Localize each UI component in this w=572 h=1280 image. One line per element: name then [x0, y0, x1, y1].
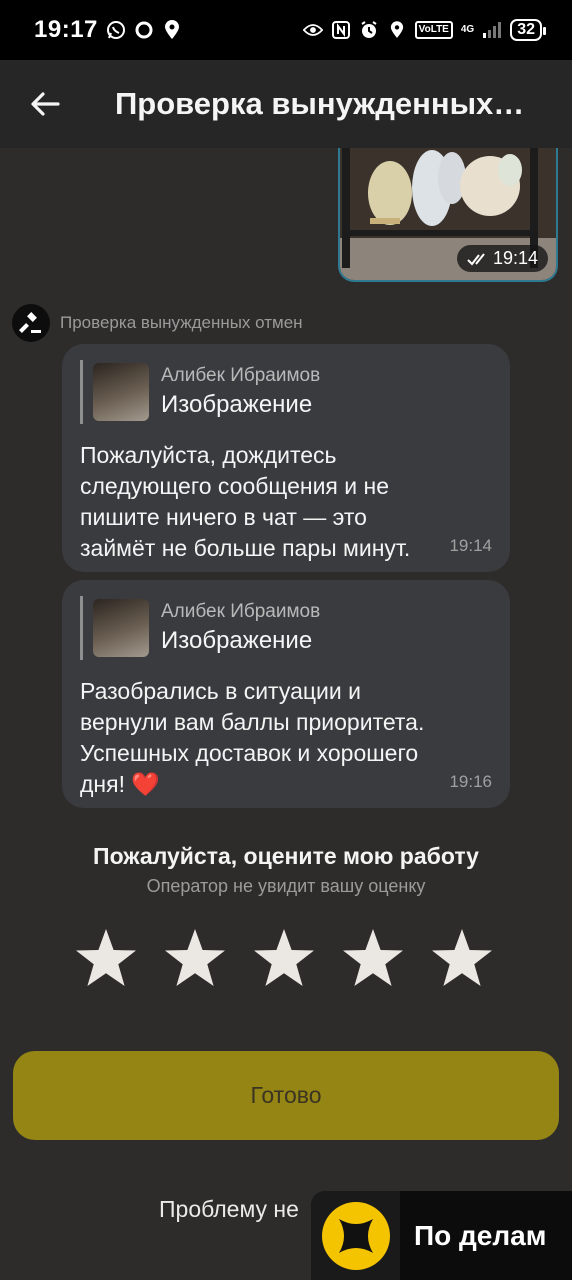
quote-author: Алибек Ибраимов [161, 601, 321, 622]
volte-badge: VoLTE [414, 21, 453, 39]
rating-title: Пожалуйста, оцените мою работу [93, 843, 479, 869]
status-bar: 19:17 VoLTE 4G 32 [0, 0, 572, 60]
message-text: Разобрались в ситуации и вернули вам бал… [80, 676, 492, 800]
reply-quote[interactable]: Алибек Ибраимов Изображение [80, 596, 492, 660]
promo-label: По делам [414, 1219, 547, 1251]
arrow-left-icon [31, 92, 60, 116]
star-icon[interactable] [76, 926, 136, 990]
message-text: Пожалуйста, дождитесь следующего сообщен… [80, 442, 411, 561]
sender-name: Проверка вынужденных отмен [60, 313, 303, 332]
quote-text: Изображение [161, 391, 313, 418]
status-time: 19:17 [34, 16, 98, 43]
back-button[interactable] [0, 60, 90, 148]
gavel-icon [19, 312, 41, 333]
star-icon[interactable] [432, 926, 492, 990]
chat-bubble-icon [134, 20, 154, 40]
eye-icon [302, 20, 323, 40]
done-button[interactable]: Готово [13, 1051, 559, 1140]
message-bubble[interactable]: Алибек Ибраимов Изображение Пожалуйста, … [62, 344, 510, 572]
quote-thumbnail [93, 599, 149, 657]
whatsapp-icon [106, 20, 126, 40]
star-icon[interactable] [343, 926, 403, 990]
chat-title: Проверка вынужденных… [115, 86, 525, 121]
star-icon[interactable] [165, 926, 225, 990]
app-logo-icon [311, 1191, 400, 1280]
star-icon[interactable] [254, 926, 314, 990]
photo-time-text: 19:14 [492, 248, 538, 268]
message-time: 19:14 [449, 536, 492, 555]
chat-header: Проверка вынужденных… [0, 60, 572, 148]
double-check-icon [467, 252, 485, 266]
quote-text: Изображение [161, 627, 313, 654]
reply-quote[interactable]: Алибек Ибраимов Изображение [80, 360, 492, 424]
location-icon [387, 20, 407, 40]
promo-banner[interactable]: По делам [311, 1191, 572, 1280]
network-type: 4G [460, 24, 475, 35]
rating-subtitle: Оператор не увидит вашу оценку [146, 876, 426, 896]
photo-message[interactable]: 19:14 [338, 148, 558, 282]
location-pin-icon [162, 20, 182, 40]
heart-emoji: ❤️ [131, 771, 160, 797]
alarm-icon [359, 20, 379, 40]
message-time: 19:14 [456, 245, 548, 272]
nfc-icon [331, 20, 351, 40]
message-time: 19:16 [449, 772, 492, 791]
message-bubble[interactable]: Алибек Ибраимов Изображение Разобрались … [62, 580, 510, 808]
quote-author: Алибек Ибраимов [161, 365, 321, 386]
battery-indicator: 32 [510, 19, 546, 41]
sender-row: Проверка вынужденных отмен [12, 304, 303, 342]
sender-avatar [12, 304, 50, 342]
signal-icon [482, 20, 502, 40]
problem-not-solved-link[interactable]: Проблему не [159, 1196, 299, 1223]
rating-stars [76, 926, 492, 990]
quote-thumbnail [93, 363, 149, 421]
